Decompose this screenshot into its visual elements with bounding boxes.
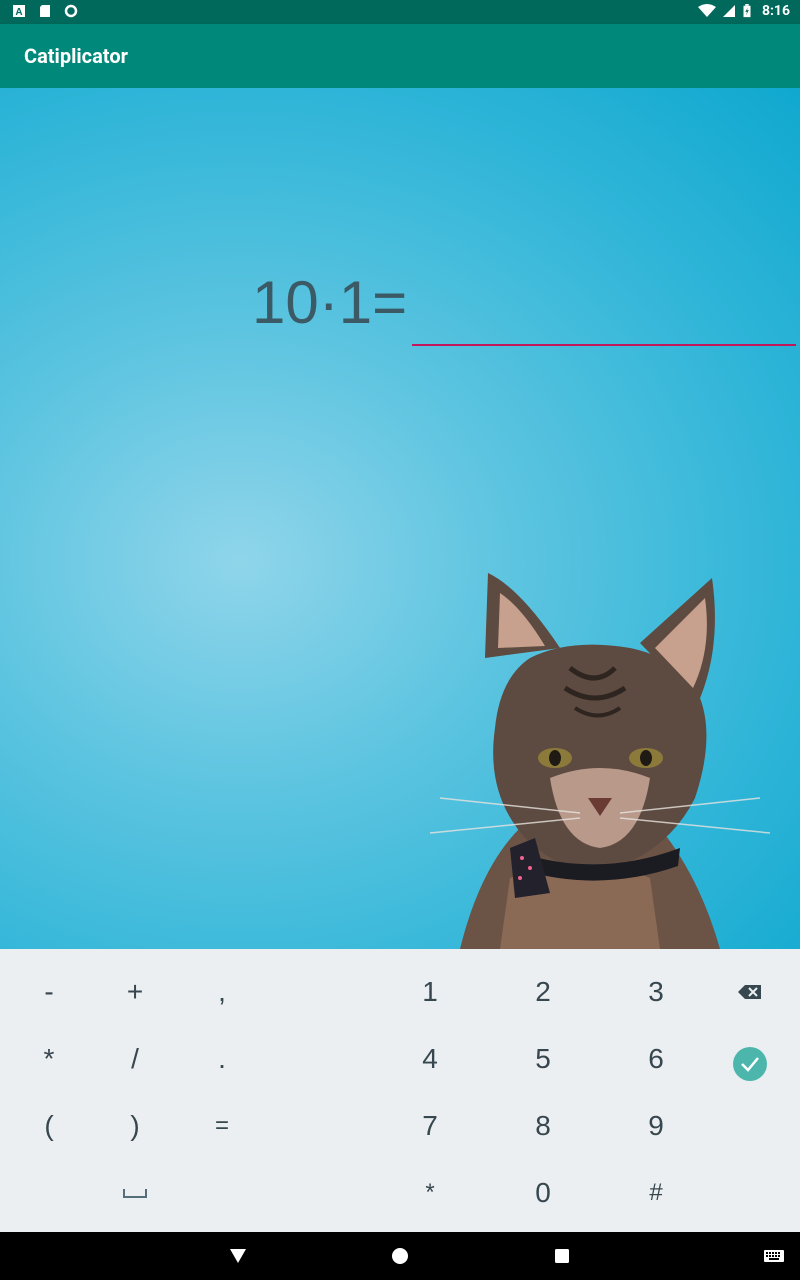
sync-circle-icon [64,4,78,18]
sd-card-icon [40,5,50,17]
key-7[interactable]: 7 [385,1096,475,1156]
key-comma[interactable]: , [177,962,267,1022]
equation-text: 10·1= [252,269,408,336]
key-equals[interactable]: = [177,1096,267,1156]
font-notification-icon: A [13,5,25,18]
keyboard-switch-button[interactable] [758,1240,790,1272]
key-4[interactable]: 4 [385,1029,475,1089]
key-1[interactable]: 1 [385,962,475,1022]
recents-square-icon [555,1249,569,1263]
app-bar: Catiplicator [0,24,800,88]
cell-signal-icon [722,5,735,17]
space-key[interactable] [90,1163,180,1223]
svg-text:A: A [15,7,22,18]
key-9[interactable]: 9 [611,1096,701,1156]
key-5[interactable]: 5 [498,1029,588,1089]
navigation-bar [0,1232,800,1280]
key-slash[interactable]: / [90,1029,180,1089]
app-title: Catiplicator [24,44,128,68]
check-icon [733,1047,767,1081]
numeric-keyboard: - + , 1 2 3 * / . 4 5 6 ( ) = 7 8 9 * 0 … [0,949,800,1232]
back-triangle-icon [230,1249,246,1263]
back-button[interactable] [222,1240,254,1272]
key-asterisk[interactable]: * [4,1029,94,1089]
key-3[interactable]: 3 [611,962,701,1022]
backspace-icon [738,985,761,999]
status-time: 8:16 [761,3,790,19]
key-open-paren[interactable]: ( [4,1096,94,1156]
home-circle-icon [392,1248,408,1264]
key-period[interactable]: . [177,1029,267,1089]
backspace-key[interactable] [705,962,795,1022]
kitten-image [429,573,771,949]
key-close-paren[interactable]: ) [90,1096,180,1156]
key-2[interactable]: 2 [498,962,588,1022]
battery-charging-icon [743,4,751,18]
key-0[interactable]: 0 [498,1163,588,1223]
key-plus[interactable]: + [90,962,180,1022]
key-star[interactable]: * [385,1163,475,1223]
wifi-icon [697,4,716,17]
quiz-screen: 10·1= [0,88,800,949]
answer-input[interactable] [412,298,796,346]
space-bar-icon [123,1189,147,1198]
status-bar: A 8:16 [0,0,800,24]
home-button[interactable] [384,1240,416,1272]
key-8[interactable]: 8 [498,1096,588,1156]
key-hash[interactable]: # [611,1163,701,1223]
key-6[interactable]: 6 [611,1029,701,1089]
done-key[interactable] [705,1034,795,1094]
key-minus[interactable]: - [4,962,94,1022]
keyboard-icon [764,1250,784,1262]
recents-button[interactable] [546,1240,578,1272]
